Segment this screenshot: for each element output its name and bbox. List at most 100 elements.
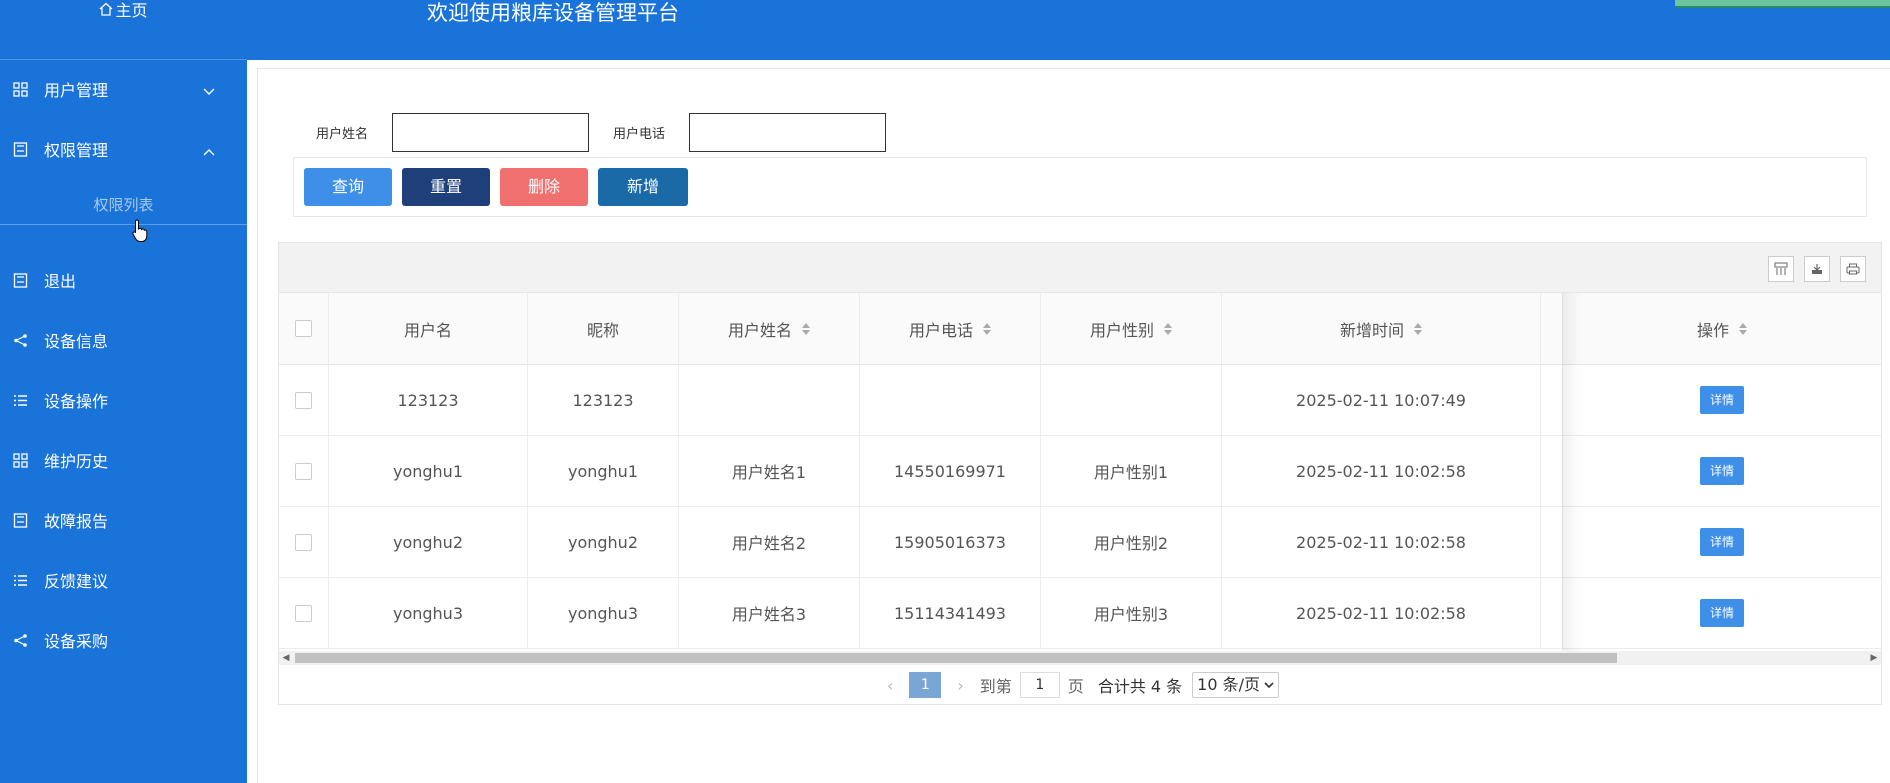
column-label: 用户姓名 [727, 320, 792, 340]
sidebar-item-device-operation[interactable]: 设备操作 [0, 380, 247, 420]
sidebar-home: 主页 [0, 0, 247, 60]
cell-realname [679, 365, 860, 435]
goto-page-input[interactable]: 1 [1019, 672, 1060, 698]
share-icon [12, 632, 28, 648]
page-number-current[interactable]: 1 [909, 672, 942, 698]
sidebar-item-maintenance-history[interactable]: 维护历史 [0, 440, 247, 480]
detail-button[interactable]: 详情 [1700, 386, 1744, 414]
column-header-realname[interactable]: 用户姓名 [679, 293, 860, 364]
sidebar-item-logout[interactable]: 退出 [0, 260, 247, 300]
scroll-left-icon[interactable]: ◀ [279, 651, 293, 665]
goto-suffix: 页 [1067, 677, 1084, 696]
table-header: 用户名 昵称 用户姓名 用户电话 用户性别 新增时间 操作 [279, 293, 1881, 365]
hidden-column-gap [1541, 365, 1563, 435]
cell-created-time: 2025-02-11 10:07:49 [1222, 365, 1541, 435]
sort-icon[interactable] [1164, 322, 1172, 335]
cell-action: 详情 [1563, 507, 1881, 577]
sort-icon[interactable] [1414, 322, 1422, 335]
cell-username: yonghu2 [329, 507, 528, 577]
print-icon[interactable] [1840, 256, 1866, 282]
cell-nickname: 123123 [528, 365, 679, 435]
book-icon [12, 141, 28, 157]
row-checkbox[interactable] [295, 533, 312, 551]
cell-gender [1041, 365, 1222, 435]
row-select-cell [279, 578, 329, 648]
cell-username: yonghu1 [329, 436, 528, 506]
grid-icon [12, 81, 28, 97]
prev-page-icon[interactable]: ‹ [887, 676, 893, 695]
cell-created-time: 2025-02-11 10:02:58 [1222, 436, 1541, 506]
name-search-input[interactable] [392, 113, 590, 152]
page-size-value: 10 条/页 [1197, 675, 1261, 694]
hidden-column-gap [1541, 436, 1563, 506]
cell-nickname: yonghu1 [528, 436, 679, 506]
columns-filter-icon[interactable] [1768, 256, 1794, 282]
sort-icon[interactable] [1739, 322, 1747, 335]
query-button[interactable]: 查询 [304, 168, 392, 206]
horizontal-scrollbar[interactable]: ◀ ▶ [279, 651, 1881, 665]
cell-realname: 用户姓名1 [679, 436, 860, 506]
scroll-right-icon[interactable]: ▶ [1867, 651, 1881, 665]
column-label: 用户电话 [908, 320, 973, 340]
cell-nickname: yonghu3 [528, 578, 679, 648]
column-header-phone[interactable]: 用户电话 [860, 293, 1041, 364]
delete-button[interactable]: 删除 [500, 168, 588, 206]
hand-cursor-icon [132, 219, 148, 247]
cell-created-time: 2025-02-11 10:02:58 [1222, 507, 1541, 577]
pagination: ‹ 1 › 到第 1 页 合计共 4 条 10 条/页 [279, 665, 1881, 705]
add-button[interactable]: 新增 [598, 168, 688, 206]
hidden-column-gap [1541, 293, 1563, 364]
reset-button[interactable]: 重置 [402, 168, 490, 206]
home-link[interactable]: 主页 [99, 0, 148, 21]
sidebar-item-device-purchase[interactable]: 设备采购 [0, 620, 247, 660]
home-icon [100, 2, 113, 16]
select-all-checkbox[interactable] [295, 320, 312, 337]
column-header-nickname: 昵称 [528, 293, 679, 364]
sidebar-item-permission-management[interactable]: 权限管理 [0, 129, 247, 169]
sidebar: 主页 用户管理 权限管理 权限列表 退出 设备信息 设备操作 维护历史 故障报告… [0, 0, 247, 783]
cell-realname: 用户姓名2 [679, 507, 860, 577]
cell-phone: 14550169971 [860, 436, 1041, 506]
scrollbar-thumb[interactable] [295, 653, 1617, 663]
next-page-icon[interactable]: › [957, 676, 963, 695]
detail-button[interactable]: 详情 [1700, 457, 1744, 485]
cell-realname: 用户姓名3 [679, 578, 860, 648]
detail-button[interactable]: 详情 [1700, 599, 1744, 627]
book-icon [12, 272, 28, 288]
home-label: 主页 [115, 1, 148, 20]
sort-icon[interactable] [802, 322, 810, 335]
sidebar-item-fault-report[interactable]: 故障报告 [0, 500, 247, 540]
sidebar-item-device-info[interactable]: 设备信息 [0, 320, 247, 360]
cell-phone: 15114341493 [860, 578, 1041, 648]
top-header: 欢迎使用粮库设备管理平台 [247, 0, 1890, 60]
detail-button[interactable]: 详情 [1700, 528, 1744, 556]
phone-search-input[interactable] [689, 113, 887, 152]
column-header-created-time[interactable]: 新增时间 [1222, 293, 1541, 364]
row-select-cell [279, 365, 329, 435]
sidebar-item-user-management[interactable]: 用户管理 [0, 69, 247, 109]
column-header-action[interactable]: 操作 [1563, 293, 1881, 364]
list-icon [12, 392, 28, 408]
cell-gender: 用户性别1 [1041, 436, 1222, 506]
book-icon [12, 512, 28, 528]
row-checkbox[interactable] [295, 604, 312, 622]
column-label: 操作 [1696, 320, 1729, 340]
row-checkbox[interactable] [295, 391, 312, 409]
user-table: 用户名 昵称 用户姓名 用户电话 用户性别 新增时间 操作 123123 123… [278, 242, 1882, 705]
chevron-down-icon [203, 81, 215, 100]
list-icon [12, 572, 28, 588]
sidebar-item-feedback[interactable]: 反馈建议 [0, 560, 247, 600]
column-header-gender[interactable]: 用户性别 [1041, 293, 1222, 364]
sidebar-item-label: 设备采购 [44, 632, 109, 651]
sidebar-item-label: 退出 [44, 272, 77, 291]
table-row: yonghu1 yonghu1 用户姓名1 14550169971 用户性别1 … [279, 436, 1881, 507]
sort-icon[interactable] [983, 322, 991, 335]
cell-gender: 用户性别3 [1041, 578, 1222, 648]
table-toolbar [279, 243, 1881, 293]
row-checkbox[interactable] [295, 462, 312, 480]
fixed-column-shadow [1562, 293, 1582, 660]
page-size-select[interactable]: 10 条/页 [1192, 672, 1280, 698]
export-icon[interactable] [1804, 256, 1830, 282]
cell-action: 详情 [1563, 365, 1881, 435]
sidebar-subitem-permission-list[interactable]: 权限列表 [0, 185, 247, 225]
